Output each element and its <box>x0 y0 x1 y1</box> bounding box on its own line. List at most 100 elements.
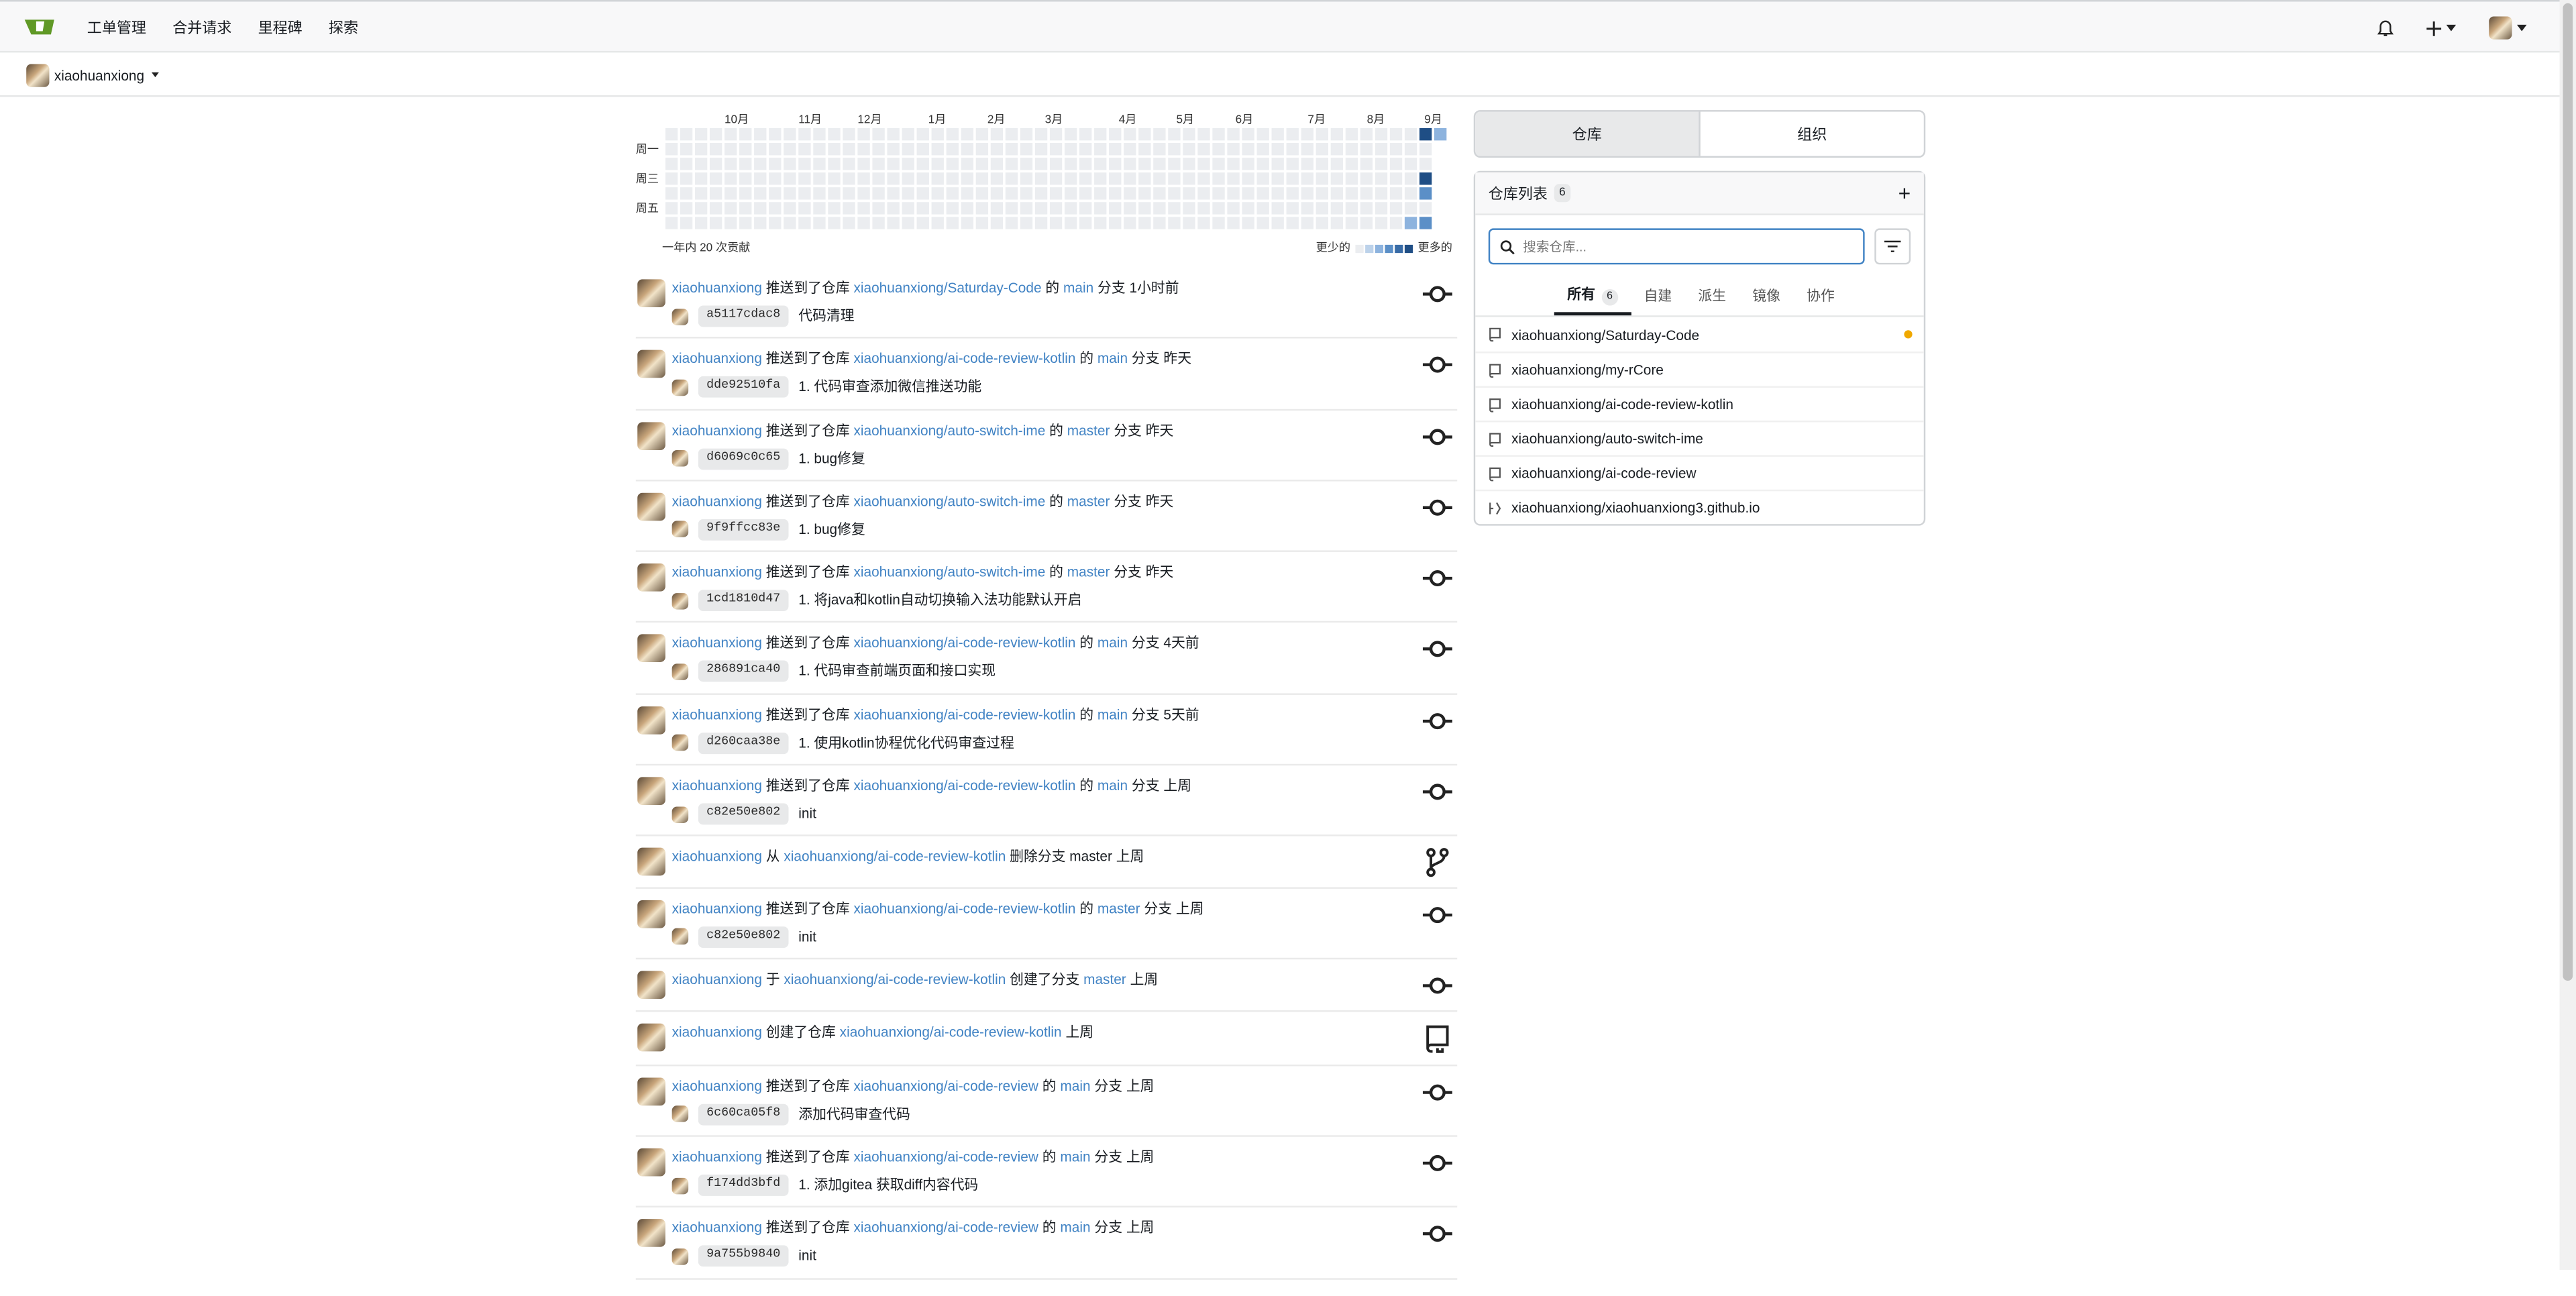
heatmap-day[interactable] <box>990 158 1004 170</box>
heatmap-day[interactable] <box>709 143 722 156</box>
heatmap-day[interactable] <box>754 143 767 156</box>
heatmap-day[interactable] <box>1138 143 1151 156</box>
feed-branch-link[interactable]: master <box>1083 971 1126 987</box>
heatmap-day[interactable] <box>1256 187 1269 200</box>
heatmap-day[interactable] <box>1005 128 1018 141</box>
heatmap-day[interactable] <box>975 187 989 200</box>
heatmap-day[interactable] <box>1345 202 1358 215</box>
heatmap-day[interactable] <box>1271 128 1284 141</box>
heatmap-day[interactable] <box>1168 172 1181 185</box>
heatmap-day[interactable] <box>1301 202 1313 215</box>
heatmap-day[interactable] <box>1212 172 1225 185</box>
heatmap-day[interactable] <box>1212 158 1225 170</box>
avatar[interactable] <box>637 635 665 663</box>
feed-branch-link[interactable]: main <box>1060 1148 1090 1165</box>
heatmap-day[interactable] <box>1271 158 1284 170</box>
heatmap-day[interactable] <box>1168 202 1181 215</box>
avatar[interactable] <box>637 777 665 806</box>
heatmap-day[interactable] <box>1375 202 1388 215</box>
heatmap-day[interactable] <box>709 158 722 170</box>
heatmap-day[interactable] <box>1271 217 1284 229</box>
heatmap-day[interactable] <box>1227 128 1240 141</box>
heatmap-day[interactable] <box>1168 217 1181 229</box>
heatmap-day[interactable] <box>784 217 796 229</box>
heatmap-day[interactable] <box>961 158 974 170</box>
heatmap-day[interactable] <box>1183 172 1195 185</box>
heatmap-day[interactable] <box>946 217 959 229</box>
heatmap-day[interactable] <box>1138 202 1151 215</box>
heatmap-day[interactable] <box>872 187 885 200</box>
commit-sha-link[interactable]: c82e50e802 <box>698 926 789 948</box>
feed-user-link[interactable]: xiaohuanxiong <box>672 350 762 366</box>
heatmap-day[interactable] <box>946 143 959 156</box>
heatmap-day[interactable] <box>1034 202 1048 215</box>
heatmap-day[interactable] <box>902 202 914 215</box>
heatmap-day[interactable] <box>1049 187 1063 200</box>
heatmap-day[interactable] <box>1271 202 1284 215</box>
heatmap-day[interactable] <box>754 202 767 215</box>
heatmap-day[interactable] <box>1183 187 1195 200</box>
heatmap-day[interactable] <box>1020 158 1033 170</box>
heatmap-day[interactable] <box>1316 172 1329 185</box>
heatmap-day[interactable] <box>1064 202 1077 215</box>
heatmap-day[interactable] <box>1034 187 1048 200</box>
heatmap-day[interactable] <box>1124 202 1136 215</box>
heatmap-day[interactable] <box>1345 217 1358 229</box>
feed-repo-link[interactable]: xiaohuanxiong/auto-switch-ime <box>853 421 1045 437</box>
heatmap-day[interactable] <box>1138 172 1151 185</box>
heatmap-day[interactable] <box>1301 128 1313 141</box>
heatmap-day[interactable] <box>709 187 722 200</box>
heatmap-day[interactable] <box>990 217 1004 229</box>
filter-tab-mirrors[interactable]: 镜像 <box>1739 286 1794 315</box>
heatmap-day[interactable] <box>680 202 693 215</box>
heatmap-day[interactable] <box>843 172 855 185</box>
user-menu-button[interactable] <box>2489 16 2527 40</box>
heatmap-day[interactable] <box>887 202 900 215</box>
heatmap-day[interactable] <box>857 172 870 185</box>
heatmap-day[interactable] <box>946 158 959 170</box>
heatmap-day[interactable] <box>1242 158 1254 170</box>
heatmap-day[interactable] <box>1286 187 1299 200</box>
heatmap-day[interactable] <box>975 172 989 185</box>
heatmap-day[interactable] <box>975 158 989 170</box>
heatmap-day[interactable] <box>1079 172 1092 185</box>
heatmap-day[interactable] <box>1242 217 1254 229</box>
commit-sha-link[interactable]: f174dd3bfd <box>698 1175 789 1197</box>
feed-user-link[interactable]: xiaohuanxiong <box>672 777 762 794</box>
heatmap-day[interactable] <box>1020 217 1033 229</box>
heatmap-day[interactable] <box>1153 172 1166 185</box>
heatmap-day[interactable] <box>724 143 737 156</box>
avatar[interactable] <box>637 1148 665 1177</box>
heatmap-day[interactable] <box>828 202 841 215</box>
create-menu-button[interactable] <box>2426 20 2457 36</box>
heatmap-day[interactable] <box>931 187 944 200</box>
avatar[interactable] <box>637 1024 665 1052</box>
new-repo-button[interactable]: + <box>1898 182 1911 204</box>
feed-repo-link[interactable]: xiaohuanxiong/ai-code-review-kotlin <box>853 706 1075 722</box>
heatmap-day[interactable] <box>813 128 826 141</box>
heatmap-day[interactable] <box>1242 187 1254 200</box>
heatmap-day[interactable] <box>1124 143 1136 156</box>
heatmap-day[interactable] <box>990 202 1004 215</box>
heatmap-day[interactable] <box>828 187 841 200</box>
heatmap-day[interactable] <box>1375 158 1388 170</box>
heatmap-day[interactable] <box>798 158 811 170</box>
heatmap-day[interactable] <box>1034 158 1048 170</box>
heatmap-day[interactable] <box>1271 187 1284 200</box>
heatmap-day[interactable] <box>1034 128 1048 141</box>
avatar[interactable] <box>637 492 665 521</box>
heatmap-day[interactable] <box>798 143 811 156</box>
heatmap-day[interactable] <box>1316 202 1329 215</box>
heatmap-day[interactable] <box>784 187 796 200</box>
heatmap-day[interactable] <box>1286 128 1299 141</box>
heatmap-day[interactable] <box>1124 187 1136 200</box>
heatmap-day[interactable] <box>1005 172 1018 185</box>
avatar[interactable] <box>637 279 665 307</box>
heatmap-day[interactable] <box>1153 143 1166 156</box>
heatmap-day[interactable] <box>843 217 855 229</box>
filter-tab-owned[interactable]: 自建 <box>1631 286 1685 315</box>
heatmap-day[interactable] <box>887 217 900 229</box>
heatmap-day[interactable] <box>1404 217 1417 229</box>
heatmap-day[interactable] <box>724 217 737 229</box>
commit-sha-link[interactable]: 286891ca40 <box>698 661 789 683</box>
